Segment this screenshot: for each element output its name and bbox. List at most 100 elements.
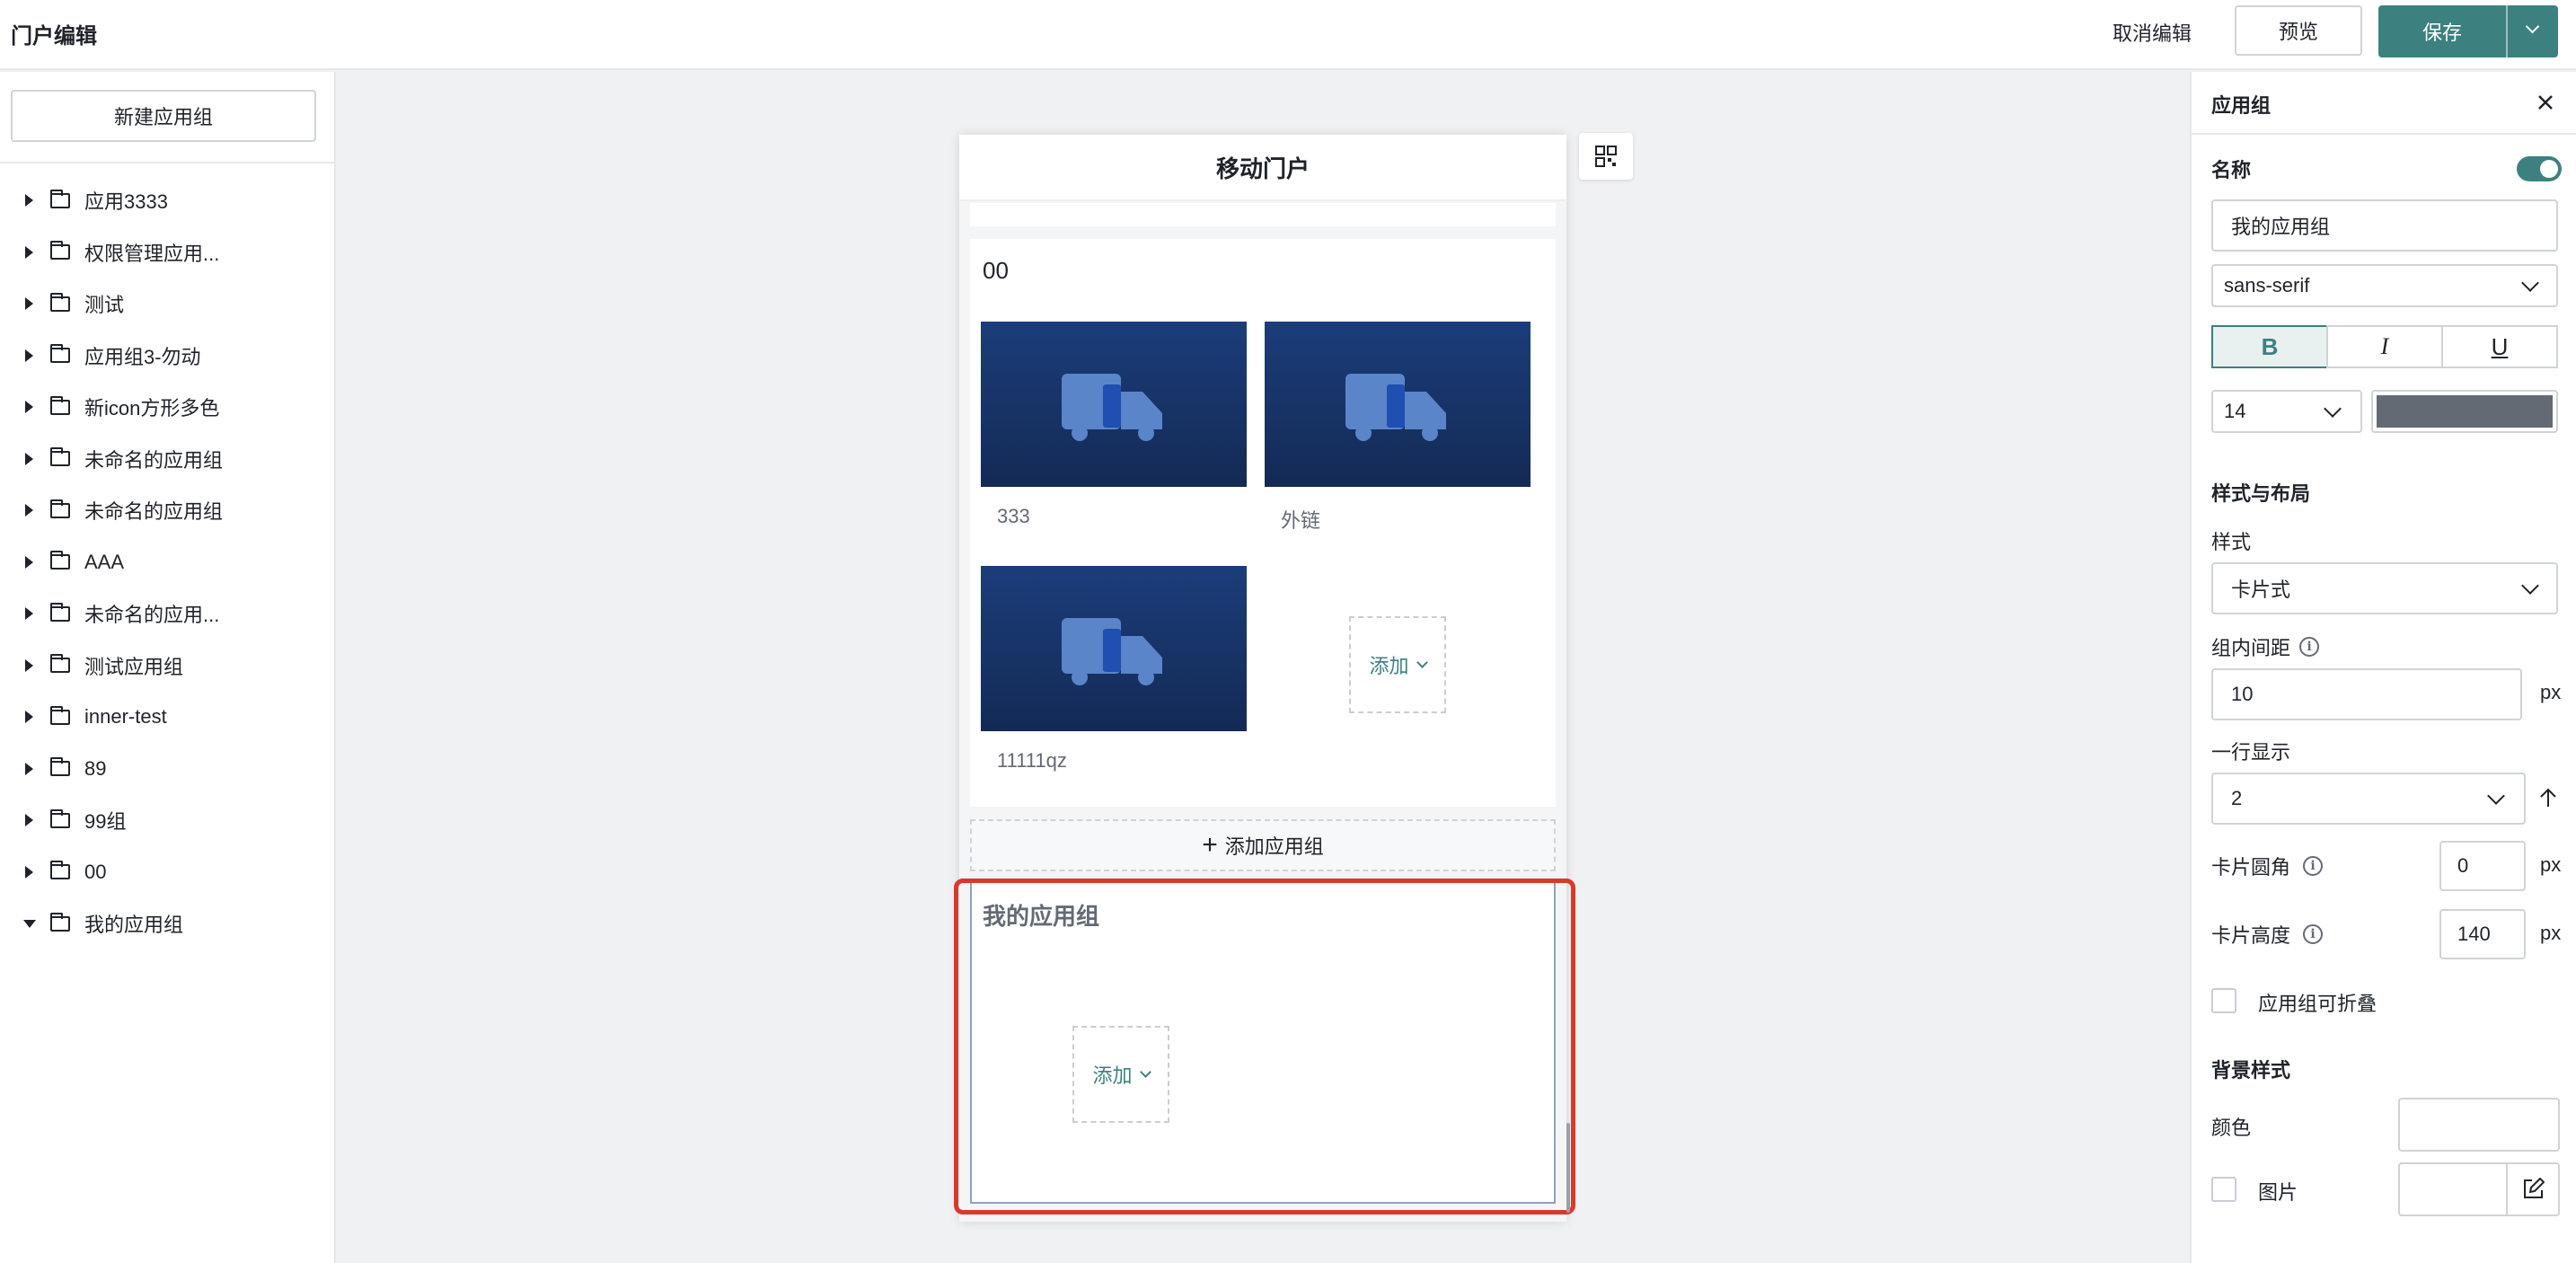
name-visibility-toggle[interactable]	[2517, 156, 2562, 181]
folder-icon	[50, 551, 70, 570]
caret-right-icon[interactable]	[25, 607, 33, 620]
folder-icon	[50, 447, 70, 466]
text-color-picker[interactable]	[2371, 390, 2558, 433]
save-dropdown-button[interactable]	[2508, 5, 2558, 57]
plus-icon: +	[1202, 830, 1218, 860]
caret-right-icon[interactable]	[25, 349, 33, 362]
tree-item[interactable]: 00	[0, 854, 334, 890]
background-heading: 背景样式	[2211, 1059, 2291, 1082]
tree-item[interactable]: 权限管理应用...	[0, 234, 334, 270]
tree-item[interactable]: 未命名的应用组	[0, 492, 334, 528]
tree-item-label: 测试	[84, 294, 125, 316]
panel-title: 应用组	[2211, 94, 2272, 117]
app-tile[interactable]	[981, 322, 1247, 487]
folder-icon	[50, 654, 70, 673]
tree-item[interactable]: 未命名的应用组	[0, 441, 334, 477]
caret-right-icon[interactable]	[25, 762, 33, 775]
tree-item-label: 未命名的应用...	[84, 604, 220, 626]
folder-icon	[50, 344, 70, 363]
phone-title: 移动门户	[959, 135, 1566, 201]
folder-icon	[50, 499, 70, 518]
per-row-value: 2	[2231, 787, 2243, 809]
collapsible-label: 应用组可折叠	[2258, 993, 2378, 1015]
radius-label-row: 卡片圆角 i	[2211, 852, 2324, 880]
italic-button[interactable]: I	[2326, 325, 2443, 368]
caret-right-icon[interactable]	[25, 452, 33, 465]
scrollbar[interactable]	[1566, 1123, 1570, 1213]
style-label: 样式	[2211, 531, 2252, 553]
tree-item[interactable]: 应用组3-勿动	[0, 338, 334, 374]
font-size-select[interactable]: 14	[2211, 390, 2362, 433]
add-app-button[interactable]: 添加	[1349, 616, 1446, 713]
tree-item-label: 未命名的应用组	[84, 448, 224, 472]
font-family-value: sans-serif	[2224, 274, 2310, 296]
radius-input[interactable]: 0	[2439, 841, 2526, 891]
qrcode-button[interactable]	[1579, 133, 1633, 180]
app-group-card[interactable]: 00 333 外链 11111qz 添加	[970, 239, 1556, 807]
caret-right-icon[interactable]	[25, 504, 33, 517]
caret-down-icon[interactable]	[23, 919, 36, 928]
tree-item[interactable]: 测试应用组	[0, 648, 334, 684]
app-name: 11111qz	[997, 749, 1067, 772]
gap-input[interactable]: 10	[2211, 668, 2522, 720]
add-group-button[interactable]: + 添加应用组	[970, 819, 1556, 871]
tree-item-label: 99组	[84, 810, 127, 833]
tree-item[interactable]: 测试	[0, 286, 334, 322]
panel-divider	[2192, 133, 2576, 135]
bg-image-checkbox[interactable]	[2211, 1177, 2236, 1202]
collapsible-checkbox[interactable]	[2211, 988, 2236, 1013]
edit-image-button[interactable]	[2506, 1164, 2558, 1214]
info-icon[interactable]: i	[2303, 924, 2324, 944]
save-button[interactable]: 保存	[2378, 17, 2506, 46]
tree-item[interactable]: 未命名的应用...	[0, 596, 334, 632]
preview-button[interactable]: 预览	[2235, 5, 2362, 56]
tree-item-label: AAA	[84, 550, 125, 573]
tree-item[interactable]: 应用3333	[0, 182, 334, 218]
cancel-edit-button[interactable]: 取消编辑	[2113, 18, 2192, 47]
app-tile[interactable]	[981, 566, 1247, 731]
tree-item-label: 权限管理应用...	[84, 242, 220, 265]
close-icon	[2538, 95, 2553, 110]
group-name-input[interactable]: 我的应用组	[2211, 199, 2558, 252]
height-input[interactable]: 140	[2439, 909, 2526, 959]
folder-icon	[50, 705, 70, 725]
properties-panel: 应用组 名称 我的应用组 sans-serif B I U 14 样式与布局 样…	[2190, 72, 2576, 1263]
folder-icon	[50, 757, 70, 776]
caret-right-icon[interactable]	[25, 401, 33, 413]
underline-button[interactable]: U	[2441, 325, 2558, 368]
info-icon[interactable]: i	[2303, 856, 2324, 876]
style-select[interactable]: 卡片式	[2211, 562, 2558, 614]
caret-right-icon[interactable]	[25, 658, 33, 672]
info-icon[interactable]: i	[2299, 637, 2320, 657]
new-group-button[interactable]: 新建应用组	[11, 90, 316, 142]
tree-item[interactable]: 89	[0, 751, 334, 787]
chevron-down-icon	[2525, 19, 2540, 34]
height-label: 卡片高度	[2211, 924, 2291, 947]
gap-label: 组内间距	[2211, 637, 2291, 659]
tree-item[interactable]: AAA	[0, 544, 334, 580]
bg-image-field[interactable]	[2398, 1162, 2560, 1216]
caret-right-icon[interactable]	[25, 814, 33, 826]
color-swatch	[2377, 395, 2553, 428]
folder-icon	[50, 292, 70, 312]
tree-item[interactable]: 我的应用组	[0, 905, 334, 941]
bg-color-picker[interactable]	[2398, 1098, 2560, 1152]
font-family-select[interactable]: sans-serif	[2211, 264, 2558, 307]
bold-button[interactable]: B	[2211, 325, 2328, 368]
unit-label: px	[2540, 853, 2562, 876]
caret-right-icon[interactable]	[25, 555, 33, 569]
caret-right-icon[interactable]	[25, 245, 33, 259]
tree-item[interactable]: 新icon方形多色	[0, 389, 334, 425]
caret-right-icon[interactable]	[25, 194, 33, 207]
caret-right-icon[interactable]	[25, 711, 33, 723]
truck-icon	[1062, 374, 1162, 441]
previous-group-strip[interactable]	[970, 203, 1556, 226]
caret-right-icon[interactable]	[25, 865, 33, 879]
app-tile[interactable]	[1265, 322, 1531, 487]
tree-item[interactable]: inner-test	[0, 699, 334, 735]
close-button[interactable]	[2535, 92, 2556, 113]
sort-arrow-button[interactable]	[2538, 787, 2558, 808]
per-row-select[interactable]: 2	[2211, 773, 2526, 825]
tree-item[interactable]: 99组	[0, 802, 334, 838]
caret-right-icon[interactable]	[25, 297, 33, 310]
